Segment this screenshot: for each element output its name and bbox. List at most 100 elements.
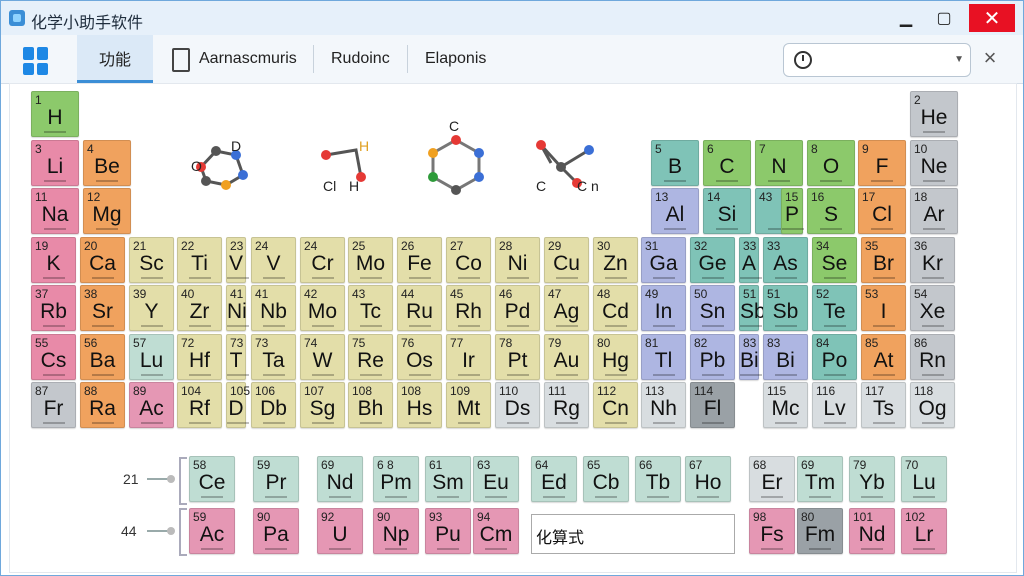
element-cell-lu[interactable]: 70 Lu	[901, 456, 947, 502]
element-cell-pb[interactable]: 82 Pb	[690, 334, 735, 380]
element-cell-ag[interactable]: 47 Ag	[544, 285, 589, 331]
element-cell-na[interactable]: 11 Na	[31, 188, 79, 234]
element-cell-sb[interactable]: 51 Sb	[739, 285, 766, 331]
element-cell-mo[interactable]: 25 Mo	[348, 237, 393, 283]
element-cell-k[interactable]: 19 K	[31, 237, 76, 283]
element-cell-v[interactable]: 24 V	[251, 237, 296, 283]
element-cell-tc[interactable]: 43 Tc	[348, 285, 393, 331]
element-cell-mt[interactable]: 109 Mt	[446, 382, 491, 428]
element-cell-pd[interactable]: 46 Pd	[495, 285, 540, 331]
element-cell-co[interactable]: 27 Co	[446, 237, 491, 283]
element-cell-po[interactable]: 84 Po	[812, 334, 857, 380]
element-cell-hf[interactable]: 72 Hf	[177, 334, 222, 380]
element-cell-ds[interactable]: 110 Ds	[495, 382, 540, 428]
element-cell-h[interactable]: 1H	[31, 91, 79, 137]
element-cell-sc[interactable]: 21 Sc	[129, 237, 174, 283]
element-cell-as[interactable]: 33 As	[763, 237, 808, 283]
element-cell-nb[interactable]: 41 Nb	[251, 285, 296, 331]
element-cell-bi[interactable]: 83 Bi	[763, 334, 808, 380]
element-cell-pu[interactable]: 93 Pu	[425, 508, 471, 554]
element-cell-tl[interactable]: 81 Tl	[641, 334, 686, 380]
element-cell-nd[interactable]: 69 Nd	[317, 456, 363, 502]
element-cell-ti[interactable]: 22 Ti	[177, 237, 222, 283]
element-cell-ni[interactable]: 28 Ni	[495, 237, 540, 283]
tab-functions[interactable]: 功能	[77, 35, 153, 83]
formula-input[interactable]: 化算式	[531, 514, 735, 554]
element-cell-be[interactable]: 4 Be	[83, 140, 131, 186]
element-cell-ne[interactable]: 10 Ne	[910, 140, 958, 186]
element-cell-v[interactable]: 23 V	[226, 237, 249, 283]
tab-elaponis[interactable]: Elaponis	[425, 35, 486, 83]
element-cell-ho[interactable]: 67 Ho	[685, 456, 731, 502]
element-cell-a[interactable]: 33 A	[739, 237, 762, 283]
element-cell-se[interactable]: 34 Se	[812, 237, 857, 283]
element-cell-np[interactable]: 90 Np	[373, 508, 419, 554]
element-cell-p[interactable]: 15 P	[781, 188, 804, 234]
element-cell-y[interactable]: 39 Y	[129, 285, 174, 331]
element-cell-cu[interactable]: 29 Cu	[544, 237, 589, 283]
element-cell-pa[interactable]: 90 Pa	[253, 508, 299, 554]
element-cell-db[interactable]: 106 Db	[251, 382, 296, 428]
element-cell-lv[interactable]: 116 Lv	[812, 382, 857, 428]
element-cell-ce[interactable]: 58 Ce	[189, 456, 235, 502]
element-cell-at[interactable]: 85 At	[861, 334, 906, 380]
element-cell-pm[interactable]: 6 8 Pm	[373, 456, 419, 502]
molecule-4[interactable]: C C n	[536, 140, 599, 194]
element-cell-pr[interactable]: 59 Pr	[253, 456, 299, 502]
element-cell-fm[interactable]: 80 Fm	[797, 508, 843, 554]
search-input[interactable]	[816, 48, 950, 72]
search-box[interactable]: ▼	[783, 43, 971, 77]
element-cell-ts[interactable]: 117 Ts	[861, 382, 906, 428]
element-cell-bh[interactable]: 108 Bh	[348, 382, 393, 428]
element-cell-ni[interactable]: 41 Ni	[226, 285, 249, 331]
element-cell-d[interactable]: 105 D	[226, 382, 250, 428]
element-cell-ge[interactable]: 32 Ge	[690, 237, 735, 283]
element-cell-si[interactable]: 14 Si	[703, 188, 751, 234]
element-cell-og[interactable]: 118 Og	[910, 382, 955, 428]
element-cell-w[interactable]: 74 W	[300, 334, 345, 380]
element-cell-he[interactable]: 2 He	[910, 91, 958, 137]
close-panel-button[interactable]: ×	[975, 43, 1005, 73]
element-cell-t[interactable]: 73 T	[226, 334, 249, 380]
element-cell-u[interactable]: 92 U	[317, 508, 363, 554]
element-cell-hg[interactable]: 80 Hg	[593, 334, 638, 380]
element-cell-yb[interactable]: 79 Yb	[849, 456, 895, 502]
element-cell-br[interactable]: 35 Br	[861, 237, 906, 283]
element-cell-ga[interactable]: 31 Ga	[641, 237, 686, 283]
element-cell-i[interactable]: 53 I	[861, 285, 906, 331]
element-cell-ca[interactable]: 20 Ca	[80, 237, 125, 283]
element-cell-ta[interactable]: 73 Ta	[251, 334, 296, 380]
element-cell-sm[interactable]: 61 Sm	[425, 456, 471, 502]
element-cell-kr[interactable]: 36 Kr	[910, 237, 955, 283]
element-cell-b[interactable]: 5B	[651, 140, 699, 186]
element-cell-sb[interactable]: 51 Sb	[763, 285, 808, 331]
element-cell-re[interactable]: 75 Re	[348, 334, 393, 380]
element-cell-eu[interactable]: 63 Eu	[473, 456, 519, 502]
molecule-2[interactable]: H Cl H	[321, 138, 369, 194]
element-cell-rn[interactable]: 86 Rn	[910, 334, 955, 380]
element-cell-pt[interactable]: 78 Pt	[495, 334, 540, 380]
element-cell-lu[interactable]: 57 Lu	[129, 334, 174, 380]
element-cell-te[interactable]: 52 Te	[812, 285, 857, 331]
element-cell-sr[interactable]: 38 Sr	[80, 285, 125, 331]
element-cell-o[interactable]: 8O	[807, 140, 855, 186]
element-cell-n[interactable]: 7N	[755, 140, 803, 186]
element-cell-xe[interactable]: 54 Xe	[910, 285, 955, 331]
element-cell-ac[interactable]: 59 Ac	[189, 508, 235, 554]
element-cell-nd[interactable]: 101 Nd	[849, 508, 895, 554]
element-cell-ir[interactable]: 77 Ir	[446, 334, 491, 380]
element-cell-f[interactable]: 9F	[858, 140, 906, 186]
element-cell-fs[interactable]: 98 Fs	[749, 508, 795, 554]
element-cell-er[interactable]: 68 Er	[749, 456, 795, 502]
element-cell-ru[interactable]: 44 Ru	[397, 285, 442, 331]
element-cell-bi[interactable]: 83 Bi	[739, 334, 762, 380]
element-cell-al[interactable]: 13 Al	[651, 188, 699, 234]
element-cell-ra[interactable]: 88 Ra	[80, 382, 125, 428]
element-cell-lr[interactable]: 102 Lr	[901, 508, 947, 554]
element-cell-tb[interactable]: 66 Tb	[635, 456, 681, 502]
element-cell-hs[interactable]: 108 Hs	[397, 382, 442, 428]
element-cell-fe[interactable]: 26 Fe	[397, 237, 442, 283]
molecule-3[interactable]: C	[428, 118, 484, 195]
element-cell-os[interactable]: 76 Os	[397, 334, 442, 380]
element-cell-sg[interactable]: 107 Sg	[300, 382, 345, 428]
